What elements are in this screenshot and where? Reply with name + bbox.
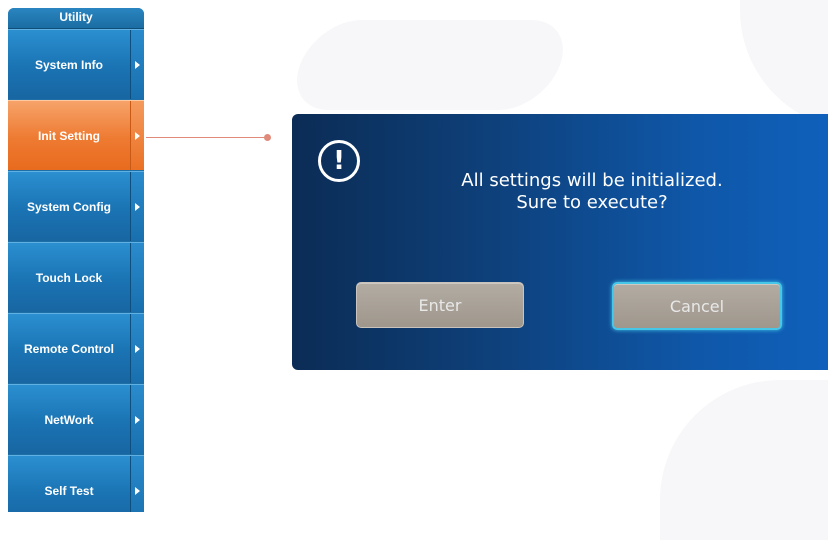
callout-dot: [264, 134, 271, 141]
submenu-arrow-area[interactable]: [131, 30, 144, 99]
chevron-right-icon: [135, 415, 140, 424]
background-shape: [740, 0, 828, 130]
menu-item-system-info[interactable]: System Info: [8, 29, 144, 99]
menu-item-label: Remote Control: [8, 314, 131, 383]
chevron-right-icon: [135, 202, 140, 211]
submenu-arrow-area[interactable]: [131, 172, 144, 241]
dialog-message-line: Sure to execute?: [516, 192, 668, 213]
exclamation-circle-icon: !: [318, 140, 360, 182]
menu-item-system-config[interactable]: System Config: [8, 171, 144, 241]
menu-item-remote-control[interactable]: Remote Control: [8, 313, 144, 383]
menu-item-label: System Info: [8, 30, 131, 99]
chevron-right-icon: [135, 344, 140, 353]
menu-title: Utility: [8, 8, 144, 29]
menu-item-label: Self Test: [8, 456, 131, 512]
submenu-arrow-area[interactable]: [131, 314, 144, 383]
menu-item-label: System Config: [8, 172, 131, 241]
background-shape: [283, 20, 577, 110]
menu-item-touch-lock[interactable]: Touch Lock: [8, 242, 144, 312]
menu-item-label: Init Setting: [8, 101, 131, 170]
utility-menu: Utility System Info Init Setting System …: [8, 8, 144, 512]
enter-button[interactable]: Enter: [356, 282, 524, 328]
chevron-right-icon: [135, 486, 140, 495]
confirm-dialog: ! All settings will be initialized. Sure…: [292, 114, 828, 370]
menu-item-label: Touch Lock: [8, 243, 131, 312]
menu-item-self-test[interactable]: Self Test: [8, 455, 144, 512]
submenu-arrow-area[interactable]: [131, 101, 144, 170]
submenu-arrow-area[interactable]: [131, 456, 144, 512]
cancel-button[interactable]: Cancel: [612, 282, 782, 330]
chevron-right-icon: [135, 60, 140, 69]
callout-line: [146, 137, 266, 138]
menu-item-label: NetWork: [8, 385, 131, 454]
dialog-message: All settings will be initialized. Sure t…: [412, 170, 772, 214]
menu-item-network[interactable]: NetWork: [8, 384, 144, 454]
dialog-message-line: All settings will be initialized.: [461, 170, 723, 191]
background-shape: [660, 380, 828, 540]
menu-item-init-setting[interactable]: Init Setting: [8, 100, 144, 170]
submenu-arrow-area: [131, 243, 144, 312]
chevron-right-icon: [135, 131, 140, 140]
submenu-arrow-area[interactable]: [131, 385, 144, 454]
